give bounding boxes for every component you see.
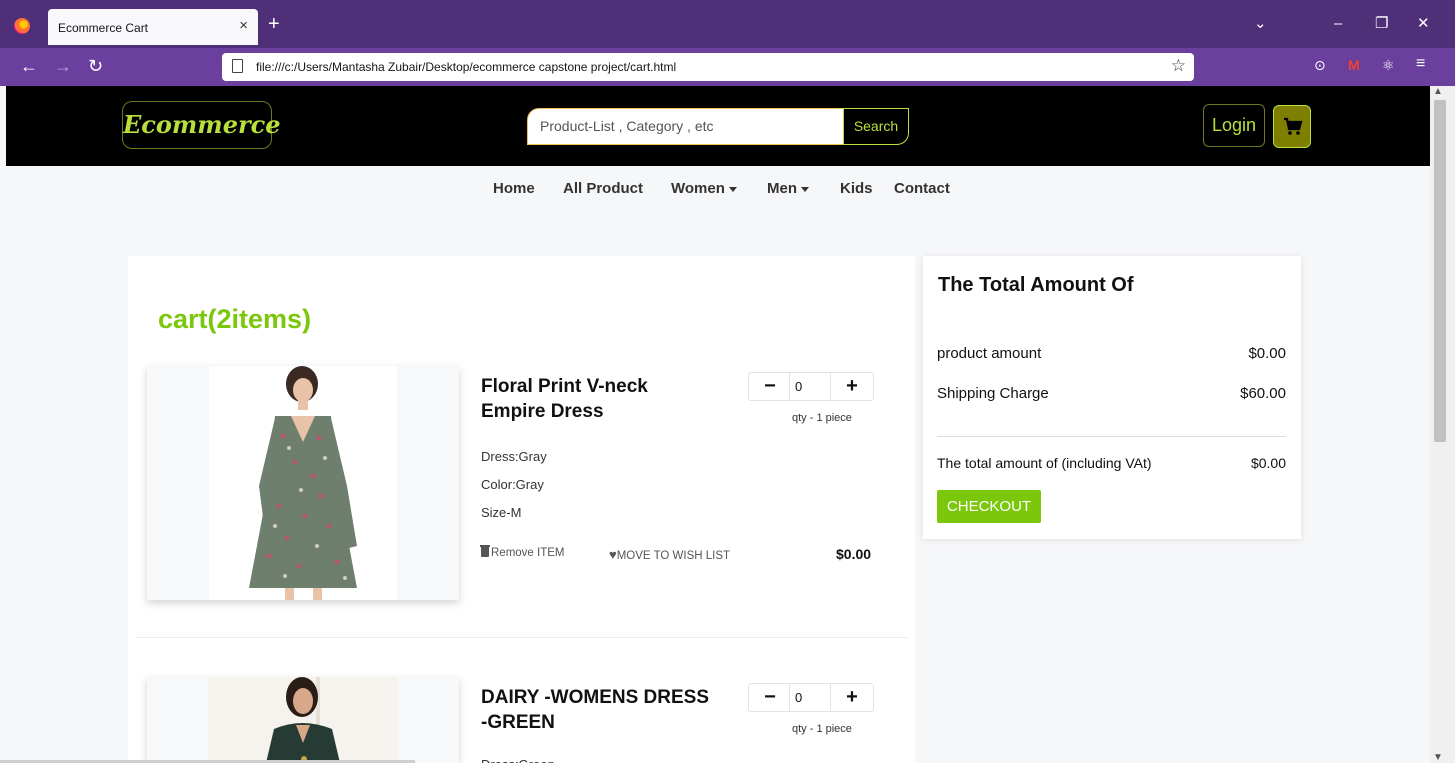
summary-divider (937, 436, 1286, 437)
remove-item-label: Remove ITEM (491, 547, 565, 559)
product-name: DAIRY -WOMENS DRESS -GREEN (481, 687, 710, 733)
item-price: $0.00 (836, 546, 872, 562)
menu-home[interactable]: Home (493, 180, 535, 197)
heart-icon: ♥ (609, 547, 617, 562)
page-scrollbar[interactable]: ▲ ▼ (1430, 86, 1455, 763)
window-close-icon[interactable]: ✕ (1417, 14, 1430, 34)
qty-note: qty - 1 piece (792, 412, 852, 424)
react-devtools-icon[interactable]: ⚛ (1382, 57, 1395, 74)
increase-qty-button[interactable]: + (839, 686, 865, 708)
cart-button[interactable] (1273, 105, 1311, 148)
checkout-button[interactable]: CHECKOUT (937, 490, 1041, 523)
cart-panel: cart(2items) Floral Print V-neck Empire … (128, 256, 915, 763)
menu-men-label: Men (767, 180, 797, 197)
product-image (147, 677, 459, 763)
total-label: The total amount of (including VAt) (937, 455, 1152, 471)
scroll-up-icon[interactable]: ▲ (1433, 86, 1443, 97)
cart-icon (1284, 117, 1303, 135)
firefox-icon (14, 18, 30, 34)
restore-icon[interactable]: ❐ (1375, 14, 1388, 34)
decrease-qty-button[interactable]: − (759, 375, 781, 397)
new-tab-button[interactable]: + (268, 14, 280, 34)
menu-men[interactable]: Men (767, 180, 809, 197)
browser-nav-bar: ← → ↻ file:///c:/Users/Mantasha Zubair/D… (0, 48, 1455, 86)
product-size: Size-M (481, 505, 522, 520)
trash-icon (480, 545, 490, 557)
order-summary-panel: The Total Amount Of product amount $0.00… (923, 256, 1301, 539)
total-value: $0.00 (1250, 455, 1286, 471)
page-icon (232, 59, 243, 73)
product-image (147, 366, 459, 600)
menu-contact[interactable]: Contact (894, 180, 950, 197)
menu-women[interactable]: Women (671, 180, 737, 197)
product-name: Floral Print V-neck Empire Dress (481, 376, 648, 422)
move-to-wishlist-link[interactable]: ♥MOVE TO WISH LIST (609, 547, 730, 562)
login-button[interactable]: Login (1203, 104, 1265, 147)
caret-down-icon (728, 186, 737, 192)
summary-title: The Total Amount Of (938, 274, 1134, 296)
quantity-input[interactable]: 0 (789, 373, 831, 400)
browser-tab-bar: Ecommerce Cart × + ⌄ – ❐ ✕ (0, 0, 1455, 48)
menu-women-label: Women (671, 180, 725, 197)
browser-tab[interactable]: Ecommerce Cart × (48, 9, 258, 45)
item-divider (136, 637, 908, 638)
product-amount-value: $0.00 (1248, 345, 1286, 362)
quantity-input[interactable]: 0 (789, 684, 831, 711)
back-icon[interactable]: ← (20, 56, 38, 76)
url-text: file:///c:/Users/Mantasha Zubair/Desktop… (256, 60, 677, 74)
bookmark-star-icon[interactable]: ☆ (1171, 56, 1186, 76)
product-dress: Dress:Gray (481, 449, 547, 464)
decrease-qty-button[interactable]: − (759, 686, 781, 708)
shipping-label: Shipping Charge (937, 385, 1049, 402)
product-amount-row: product amount $0.00 (937, 345, 1286, 362)
remove-item-link[interactable]: Remove ITEM (480, 545, 565, 559)
quantity-stepper: − 0 + (748, 683, 874, 712)
qty-note: qty - 1 piece (792, 723, 852, 735)
wishlist-label: MOVE TO WISH LIST (616, 550, 731, 562)
forward-icon[interactable]: → (54, 56, 72, 76)
caret-down-icon (801, 186, 809, 192)
tab-title: Ecommerce Cart (58, 21, 149, 35)
address-bar[interactable]: file:///c:/Users/Mantasha Zubair/Desktop… (222, 53, 1194, 81)
brand-logo[interactable]: Ecommerce (122, 101, 281, 149)
product-dress: Dress:Green (481, 757, 555, 763)
search-form: Product-List , Category , etc Search (527, 108, 911, 145)
product-amount-label: product amount (937, 345, 1042, 362)
site-header: Ecommerce Product-List , Category , etc … (6, 86, 1430, 166)
search-input[interactable]: Product-List , Category , etc (527, 108, 844, 145)
cart-heading: cart(2items) (158, 304, 312, 334)
tab-close-icon[interactable]: × (239, 17, 248, 35)
total-row: The total amount of (including VAt) $0.0… (937, 455, 1286, 471)
minimize-icon[interactable]: – (1334, 14, 1342, 34)
app-menu-icon[interactable]: ≡ (1416, 55, 1425, 73)
gmail-icon[interactable]: M (1348, 57, 1360, 73)
scroll-thumb[interactable] (1434, 100, 1446, 442)
increase-qty-button[interactable]: + (839, 375, 865, 397)
tab-list-icon[interactable]: ⌄ (1254, 14, 1267, 34)
menu-kids[interactable]: Kids (840, 180, 873, 197)
search-button[interactable]: Search (843, 108, 909, 145)
menu-all-product[interactable]: All Product (563, 180, 643, 197)
product-color: Color:Gray (481, 477, 544, 492)
green-dress-image (266, 677, 340, 763)
scroll-down-icon[interactable]: ▼ (1433, 752, 1443, 763)
shipping-value: $60.00 (1240, 385, 1286, 402)
main-menu: Home All Product Women Men Kids Contact (0, 180, 1430, 200)
pocket-icon[interactable]: ⊙ (1314, 57, 1326, 74)
quantity-stepper: − 0 + (748, 372, 874, 401)
shipping-row: Shipping Charge $60.00 (937, 385, 1286, 402)
reload-icon[interactable]: ↻ (88, 56, 103, 76)
floral-dress-image (249, 366, 357, 600)
